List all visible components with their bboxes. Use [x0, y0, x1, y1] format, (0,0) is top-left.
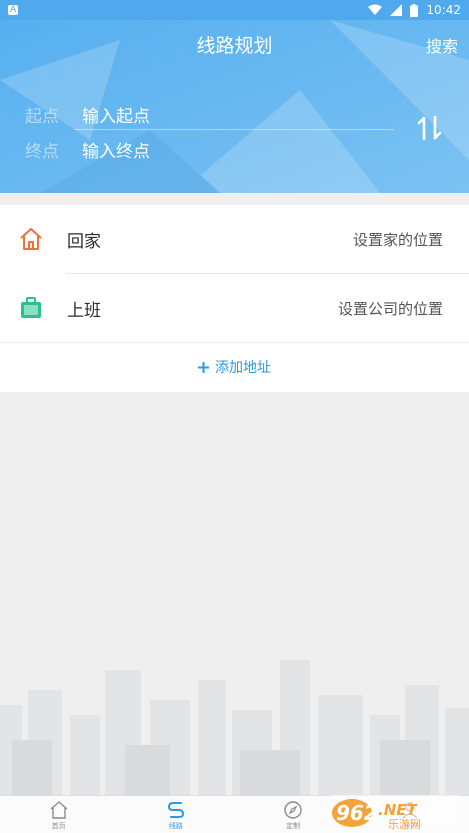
- tab-custom-label: 定制: [286, 822, 301, 830]
- svg-text:乐游网: 乐游网: [388, 818, 421, 831]
- compass-icon: [284, 801, 302, 819]
- status-bar: A 10:42: [0, 0, 469, 20]
- search-button[interactable]: 搜索: [426, 33, 458, 57]
- clock: 10:42: [426, 3, 461, 17]
- home-shortcut-row[interactable]: 回家 设置家的位置: [0, 205, 469, 273]
- home-outline-icon: [50, 801, 68, 819]
- add-address-label: 添加地址: [215, 360, 271, 376]
- start-label: 起点: [25, 107, 59, 127]
- home-hint: 设置家的位置: [352, 230, 443, 249]
- svg-text:.NET: .NET: [378, 801, 418, 819]
- notification-icon: A: [8, 5, 19, 15]
- page-title: 线路规划: [196, 35, 273, 57]
- route-divider: [74, 129, 394, 130]
- svg-text:962: 962: [336, 801, 378, 825]
- swap-icon[interactable]: [415, 113, 445, 143]
- site-watermark-logo: 962 .NET 乐游网: [328, 795, 463, 831]
- start-input[interactable]: 输入起点: [82, 102, 150, 127]
- shortcut-panel: 回家 设置家的位置 上班 设置公司的位置 添加地址: [0, 205, 469, 392]
- city-skyline-illustration: [0, 660, 469, 795]
- briefcase-icon: [21, 297, 41, 318]
- tab-route[interactable]: 线路: [117, 796, 234, 833]
- tab-route-label: 线路: [168, 822, 183, 830]
- plus-icon: [198, 361, 209, 373]
- route-icon: [167, 802, 184, 818]
- work-label: 上班: [67, 300, 101, 321]
- tab-home-label: 首页: [51, 822, 66, 830]
- add-address-button[interactable]: 添加地址: [0, 342, 469, 392]
- signal-icon: [390, 4, 403, 16]
- route-header: 线路规划 搜索 起点 输入起点 终点 输入终点: [0, 20, 469, 193]
- work-shortcut-row[interactable]: 上班 设置公司的位置: [0, 274, 469, 342]
- home-icon: [20, 228, 42, 250]
- work-hint: 设置公司的位置: [337, 299, 443, 318]
- home-label: 回家: [67, 231, 101, 252]
- end-input[interactable]: 输入终点: [82, 137, 150, 162]
- wifi-icon: [368, 4, 383, 15]
- end-label: 终点: [25, 142, 59, 162]
- tab-home[interactable]: 首页: [0, 796, 117, 833]
- battery-icon: [410, 3, 419, 17]
